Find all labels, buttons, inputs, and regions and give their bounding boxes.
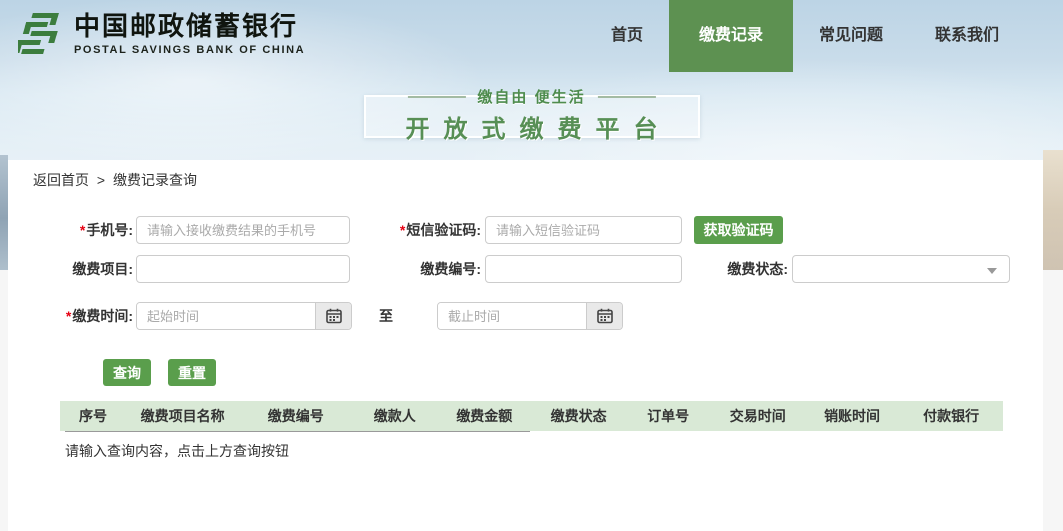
- sms-code-input[interactable]: [485, 216, 682, 244]
- nav-item-home[interactable]: 首页: [585, 0, 669, 72]
- reset-button[interactable]: 重置: [168, 359, 216, 386]
- main-nav: 首页 缴费记录 常见问题 联系我们: [585, 0, 1025, 72]
- col-seq: 序号: [60, 406, 126, 426]
- start-time-input[interactable]: [137, 303, 315, 329]
- col-amount: 缴费金额: [437, 406, 531, 426]
- project-label: 缴费项目:: [8, 259, 133, 279]
- breadcrumb-current: 缴费记录查询: [113, 172, 197, 188]
- required-mark: *: [66, 308, 71, 324]
- bank-name-en: POSTAL SAVINGS BANK OF CHINA: [74, 44, 305, 56]
- end-time-input[interactable]: [438, 303, 586, 329]
- banner-slogan: 缴自由 便生活: [407, 86, 655, 107]
- bill-no-input[interactable]: [485, 255, 682, 283]
- status-label: 缴费状态:: [682, 259, 788, 279]
- slogan-text: 缴自由 便生活: [465, 86, 597, 107]
- calendar-icon: [326, 308, 342, 324]
- get-sms-code-button[interactable]: 获取验证码: [694, 216, 783, 244]
- col-settle-time: 销账时间: [805, 406, 899, 426]
- background-photo-right-strip: [1043, 150, 1063, 270]
- background-photo-left-strip: [0, 155, 8, 270]
- to-label: 至: [378, 306, 394, 326]
- empty-result-message: 请输入查询内容，点击上方查询按钮: [65, 441, 1043, 461]
- breadcrumb-back-link[interactable]: 返回首页: [33, 172, 89, 188]
- end-time-calendar-button[interactable]: [586, 303, 622, 329]
- col-payer: 缴款人: [352, 406, 437, 426]
- top-header: 中国邮政储蓄银行 POSTAL SAVINGS BANK OF CHINA 首页…: [0, 0, 1063, 72]
- bank-name-cn: 中国邮政储蓄银行: [74, 12, 305, 42]
- psbc-logo-icon: [18, 9, 66, 59]
- col-order-no: 订单号: [626, 406, 711, 426]
- bill-no-label: 缴费编号:: [350, 259, 481, 279]
- start-time-group: [136, 302, 352, 330]
- slogan-line-left: [407, 96, 465, 98]
- nav-item-payment-records[interactable]: 缴费记录: [669, 0, 793, 72]
- col-pay-bank: 付款银行: [899, 406, 1003, 426]
- chevron-down-icon: [987, 268, 997, 274]
- nav-item-faq[interactable]: 常见问题: [793, 0, 909, 72]
- platform-title: 开放式缴费平台: [366, 109, 698, 144]
- form-row-phone: *手机号: *短信验证码: 获取验证码: [8, 216, 1043, 244]
- required-mark: *: [80, 222, 85, 238]
- platform-banner: 缴自由 便生活 开放式缴费平台: [364, 95, 700, 138]
- project-input[interactable]: [136, 255, 350, 283]
- phone-label: *手机号:: [8, 220, 133, 240]
- calendar-icon: [597, 308, 613, 324]
- pay-time-label: *缴费时间:: [8, 306, 133, 326]
- end-time-group: [437, 302, 623, 330]
- breadcrumb-separator: >: [97, 172, 105, 188]
- bank-name-block: 中国邮政储蓄银行 POSTAL SAVINGS BANK OF CHINA: [74, 12, 305, 56]
- required-mark: *: [400, 222, 405, 238]
- form-row-project: 缴费项目: 缴费编号: 缴费状态:: [8, 255, 1043, 283]
- sms-code-label: *短信验证码:: [350, 220, 481, 240]
- bank-logo: 中国邮政储蓄银行 POSTAL SAVINGS BANK OF CHINA: [18, 9, 305, 59]
- results-table-header: 序号 缴费项目名称 缴费编号 缴款人 缴费金额 缴费状态 订单号 交易时间 销账…: [60, 401, 1003, 431]
- start-time-calendar-button[interactable]: [315, 303, 351, 329]
- table-divider: [65, 431, 530, 432]
- phone-input[interactable]: [136, 216, 350, 244]
- slogan-line-right: [598, 96, 656, 98]
- col-bill-no: 缴费编号: [239, 406, 352, 426]
- payment-status-select[interactable]: [792, 255, 1010, 283]
- form-actions: 查询 重置: [103, 359, 1043, 386]
- form-row-time: *缴费时间: 至: [8, 302, 1043, 330]
- col-status: 缴费状态: [531, 406, 625, 426]
- nav-item-contact[interactable]: 联系我们: [909, 0, 1025, 72]
- col-trade-time: 交易时间: [711, 406, 805, 426]
- query-button[interactable]: 查询: [103, 359, 151, 386]
- col-project: 缴费项目名称: [126, 406, 239, 426]
- breadcrumb: 返回首页 > 缴费记录查询: [8, 160, 1043, 190]
- content-panel: 返回首页 > 缴费记录查询 *手机号: *短信验证码: 获取验证码 缴费项目: …: [8, 160, 1043, 531]
- query-form: *手机号: *短信验证码: 获取验证码 缴费项目: 缴费编号: 缴费状态: *缴…: [8, 216, 1043, 386]
